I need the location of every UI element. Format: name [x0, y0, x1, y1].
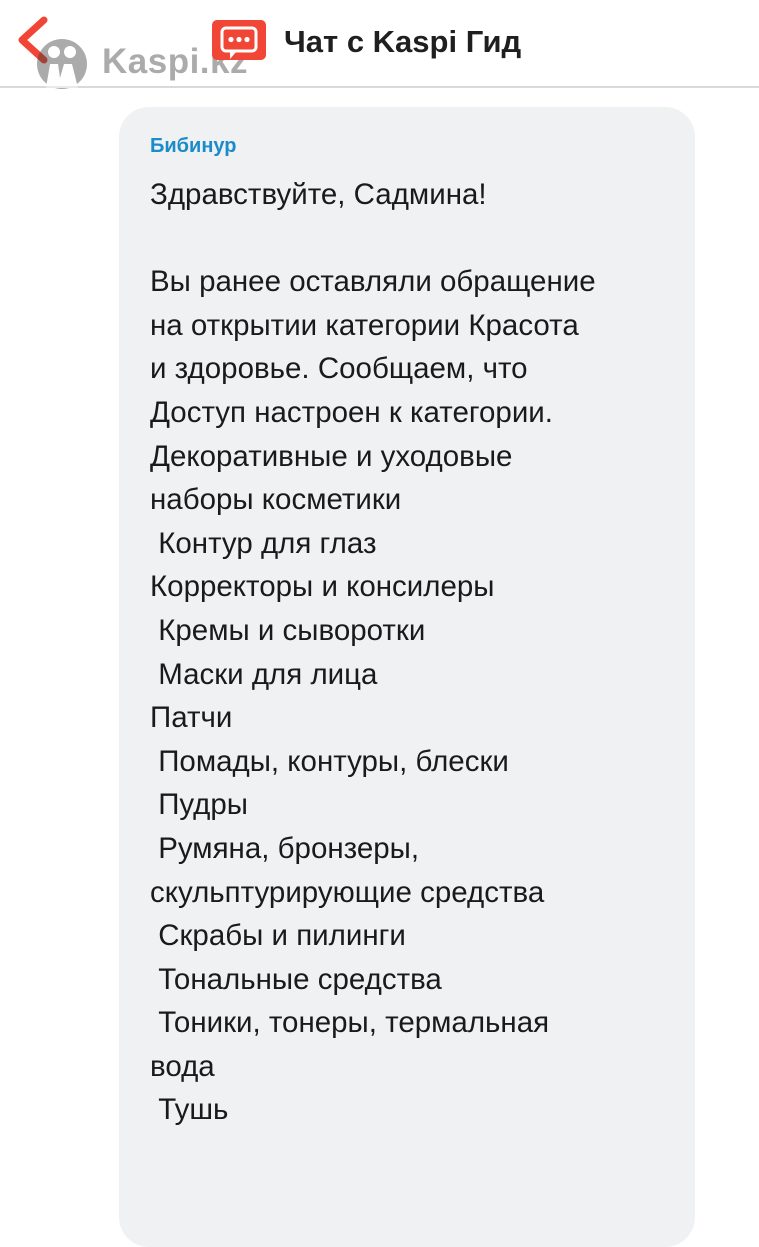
back-button[interactable] — [14, 14, 54, 66]
chat-title: Чат с Kaspi Гид — [284, 24, 522, 59]
message-bubble: Бибинур Здравствуйте, Садмина! Вы ранее … — [119, 107, 695, 1247]
sender-name: Бибинур — [150, 135, 237, 157]
chat-bubble-icon — [212, 20, 266, 66]
message-text: Здравствуйте, Садмина! Вы ранее оставлял… — [150, 178, 596, 1127]
chat-header: Kaspi.kz Чат с Kaspi Гид — [0, 0, 759, 89]
chevron-left-icon — [18, 16, 48, 64]
